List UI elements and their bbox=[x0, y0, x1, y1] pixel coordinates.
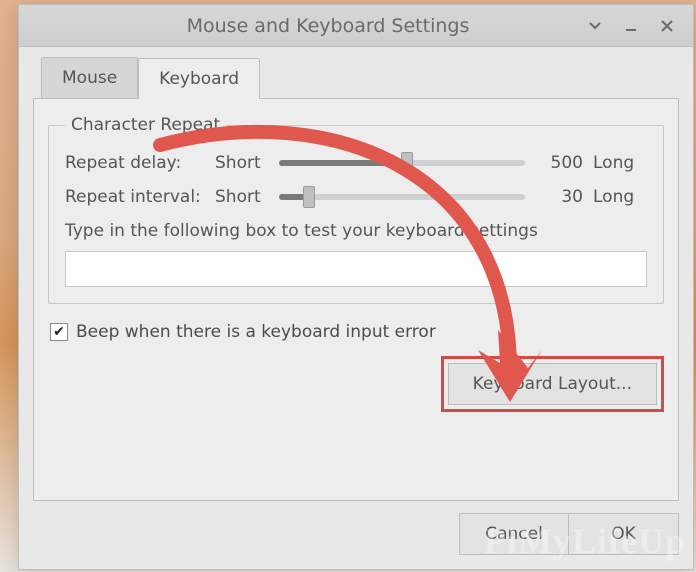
repeat-interval-label: Repeat interval: bbox=[65, 187, 205, 207]
close-icon[interactable] bbox=[649, 11, 685, 41]
repeat-interval-row: Repeat interval: Short 30 Long bbox=[65, 187, 647, 207]
tab-keyboard[interactable]: Keyboard bbox=[138, 58, 260, 99]
group-legend: Character Repeat bbox=[65, 115, 226, 135]
tab-mouse[interactable]: Mouse bbox=[41, 57, 138, 98]
tab-panel-keyboard: Character Repeat Repeat delay: Short 500… bbox=[33, 98, 679, 501]
dialog-buttons: Cancel OK bbox=[33, 513, 679, 555]
ok-button[interactable]: OK bbox=[569, 513, 679, 555]
repeat-delay-value: 500 bbox=[535, 153, 583, 173]
cancel-button[interactable]: Cancel bbox=[459, 513, 569, 555]
tabs: Mouse Keyboard bbox=[41, 57, 679, 98]
minimize-icon[interactable] bbox=[613, 11, 649, 41]
test-input[interactable] bbox=[65, 251, 647, 287]
repeat-interval-short: Short bbox=[215, 187, 269, 207]
repeat-delay-label: Repeat delay: bbox=[65, 153, 205, 173]
window-body: Mouse Keyboard Character Repeat Repeat d… bbox=[19, 47, 693, 569]
dropdown-icon[interactable] bbox=[577, 11, 613, 41]
settings-window: Mouse and Keyboard Settings Mouse Keyboa… bbox=[18, 4, 694, 570]
repeat-interval-value: 30 bbox=[535, 187, 583, 207]
repeat-interval-slider[interactable] bbox=[279, 188, 525, 206]
beep-row[interactable]: ✔ Beep when there is a keyboard input er… bbox=[50, 322, 664, 342]
beep-checkbox[interactable]: ✔ bbox=[50, 323, 68, 341]
repeat-delay-long: Long bbox=[593, 153, 647, 173]
titlebar: Mouse and Keyboard Settings bbox=[19, 5, 693, 47]
repeat-delay-short: Short bbox=[215, 153, 269, 173]
test-help-text: Type in the following box to test your k… bbox=[65, 221, 647, 241]
repeat-delay-slider[interactable] bbox=[279, 154, 525, 172]
highlight-box: Keyboard Layout... bbox=[441, 356, 664, 412]
keyboard-layout-row: Keyboard Layout... bbox=[48, 356, 664, 412]
window-title: Mouse and Keyboard Settings bbox=[19, 15, 577, 37]
keyboard-layout-button[interactable]: Keyboard Layout... bbox=[448, 363, 657, 405]
repeat-interval-long: Long bbox=[593, 187, 647, 207]
beep-label: Beep when there is a keyboard input erro… bbox=[76, 322, 436, 342]
character-repeat-group: Character Repeat Repeat delay: Short 500… bbox=[48, 115, 664, 304]
repeat-delay-row: Repeat delay: Short 500 Long bbox=[65, 153, 647, 173]
